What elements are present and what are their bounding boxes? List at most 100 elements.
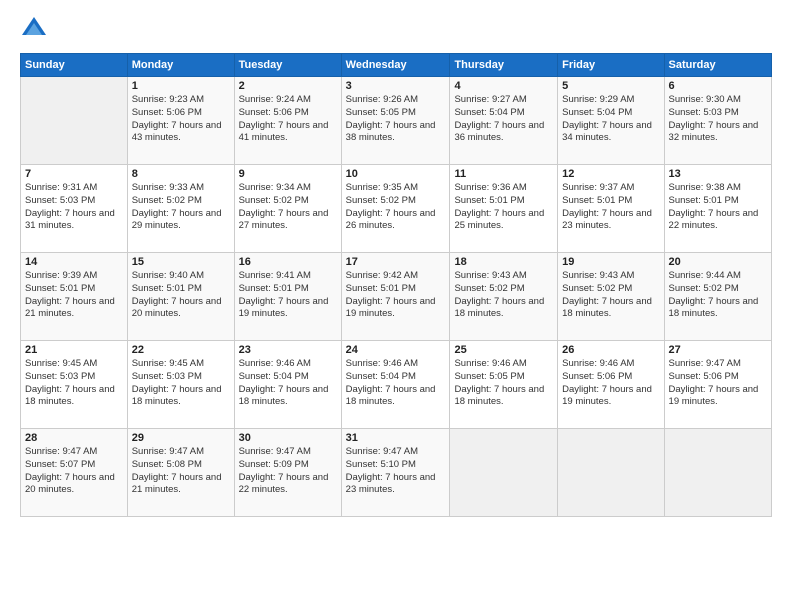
calendar-cell: 11 Sunrise: 9:36 AMSunset: 5:01 PMDayligh… xyxy=(450,165,558,253)
calendar-cell: 20Sunrise: 9:44 AMSunset: 5:02 PMDayligh… xyxy=(664,253,771,341)
day-number: 10 xyxy=(346,168,446,180)
calendar-cell xyxy=(664,429,771,517)
day-info: Sunrise: 9:27 AMSunset: 5:04 PMDaylight:… xyxy=(454,94,553,145)
weekday-header: Wednesday xyxy=(341,54,450,77)
day-number: 25 xyxy=(454,344,553,356)
day-info: Sunrise: 9:43 AMSunset: 5:02 PMDaylight:… xyxy=(454,270,553,321)
calendar-cell: 4 Sunrise: 9:27 AMSunset: 5:04 PMDaylight… xyxy=(450,77,558,165)
day-number: 27 xyxy=(669,344,767,356)
day-number: 8 xyxy=(132,168,230,180)
day-number: 6 xyxy=(669,80,767,92)
day-number: 24 xyxy=(346,344,446,356)
calendar-cell: 6 Sunrise: 9:30 AMSunset: 5:03 PMDaylight… xyxy=(664,77,771,165)
weekday-header: Saturday xyxy=(664,54,771,77)
calendar-week-row: 7 Sunrise: 9:31 AMSunset: 5:03 PMDaylight… xyxy=(21,165,772,253)
calendar-week-row: 21 Sunrise: 9:45 AMSunset: 5:03 PMDayligh… xyxy=(21,341,772,429)
day-info: Sunrise: 9:38 AMSunset: 5:01 PMDaylight:… xyxy=(669,182,767,233)
calendar-cell: 14 Sunrise: 9:39 AMSunset: 5:01 PMDayligh… xyxy=(21,253,128,341)
calendar: SundayMondayTuesdayWednesdayThursdayFrid… xyxy=(20,53,772,517)
day-number: 29 xyxy=(132,432,230,444)
day-number: 3 xyxy=(346,80,446,92)
day-number: 1 xyxy=(132,80,230,92)
logo-icon xyxy=(20,15,48,43)
calendar-cell: 3 Sunrise: 9:26 AMSunset: 5:05 PMDaylight… xyxy=(341,77,450,165)
calendar-cell xyxy=(21,77,128,165)
day-info: Sunrise: 9:45 AMSunset: 5:03 PMDaylight:… xyxy=(25,358,123,409)
day-number: 31 xyxy=(346,432,446,444)
day-info: Sunrise: 9:23 AMSunset: 5:06 PMDaylight:… xyxy=(132,94,230,145)
calendar-cell: 1 Sunrise: 9:23 AMSunset: 5:06 PMDaylight… xyxy=(127,77,234,165)
calendar-cell: 16 Sunrise: 9:41 AMSunset: 5:01 PMDayligh… xyxy=(234,253,341,341)
calendar-cell xyxy=(450,429,558,517)
day-info: Sunrise: 9:40 AMSunset: 5:01 PMDaylight:… xyxy=(132,270,230,321)
day-info: Sunrise: 9:42 AMSunset: 5:01 PMDaylight:… xyxy=(346,270,446,321)
day-info: Sunrise: 9:47 AMSunset: 5:07 PMDaylight:… xyxy=(25,446,123,497)
calendar-cell: 19 Sunrise: 9:43 AMSunset: 5:02 PMDayligh… xyxy=(558,253,664,341)
day-info: Sunrise: 9:46 AMSunset: 5:06 PMDaylight:… xyxy=(562,358,659,409)
day-info: Sunrise: 9:43 AMSunset: 5:02 PMDaylight:… xyxy=(562,270,659,321)
day-number: 9 xyxy=(239,168,337,180)
day-info: Sunrise: 9:36 AMSunset: 5:01 PMDaylight:… xyxy=(454,182,553,233)
day-info: Sunrise: 9:34 AMSunset: 5:02 PMDaylight:… xyxy=(239,182,337,233)
calendar-cell: 5Sunrise: 9:29 AMSunset: 5:04 PMDaylight… xyxy=(558,77,664,165)
day-info: Sunrise: 9:41 AMSunset: 5:01 PMDaylight:… xyxy=(239,270,337,321)
day-number: 16 xyxy=(239,256,337,268)
calendar-cell: 10 Sunrise: 9:35 AMSunset: 5:02 PMDayligh… xyxy=(341,165,450,253)
day-info: Sunrise: 9:37 AMSunset: 5:01 PMDaylight:… xyxy=(562,182,659,233)
day-number: 12 xyxy=(562,168,659,180)
page: SundayMondayTuesdayWednesdayThursdayFrid… xyxy=(0,0,792,612)
calendar-week-row: 28 Sunrise: 9:47 AMSunset: 5:07 PMDayligh… xyxy=(21,429,772,517)
calendar-cell: 18 Sunrise: 9:43 AMSunset: 5:02 PMDayligh… xyxy=(450,253,558,341)
day-info: Sunrise: 9:44 AMSunset: 5:02 PMDaylight:… xyxy=(669,270,767,321)
day-number: 30 xyxy=(239,432,337,444)
day-info: Sunrise: 9:26 AMSunset: 5:05 PMDaylight:… xyxy=(346,94,446,145)
weekday-header: Monday xyxy=(127,54,234,77)
day-info: Sunrise: 9:47 AMSunset: 5:10 PMDaylight:… xyxy=(346,446,446,497)
day-number: 11 xyxy=(454,168,553,180)
day-info: Sunrise: 9:46 AMSunset: 5:04 PMDaylight:… xyxy=(239,358,337,409)
weekday-header: Sunday xyxy=(21,54,128,77)
calendar-week-row: 14 Sunrise: 9:39 AMSunset: 5:01 PMDayligh… xyxy=(21,253,772,341)
day-info: Sunrise: 9:39 AMSunset: 5:01 PMDaylight:… xyxy=(25,270,123,321)
calendar-cell: 8 Sunrise: 9:33 AMSunset: 5:02 PMDaylight… xyxy=(127,165,234,253)
day-info: Sunrise: 9:45 AMSunset: 5:03 PMDaylight:… xyxy=(132,358,230,409)
weekday-header: Thursday xyxy=(450,54,558,77)
calendar-cell: 24Sunrise: 9:46 AMSunset: 5:04 PMDayligh… xyxy=(341,341,450,429)
calendar-cell: 13 Sunrise: 9:38 AMSunset: 5:01 PMDayligh… xyxy=(664,165,771,253)
day-number: 18 xyxy=(454,256,553,268)
day-number: 22 xyxy=(132,344,230,356)
day-number: 5 xyxy=(562,80,659,92)
day-number: 28 xyxy=(25,432,123,444)
day-number: 14 xyxy=(25,256,123,268)
day-info: Sunrise: 9:33 AMSunset: 5:02 PMDaylight:… xyxy=(132,182,230,233)
calendar-cell: 31 Sunrise: 9:47 AMSunset: 5:10 PMDayligh… xyxy=(341,429,450,517)
day-number: 26 xyxy=(562,344,659,356)
calendar-cell: 9 Sunrise: 9:34 AMSunset: 5:02 PMDaylight… xyxy=(234,165,341,253)
day-number: 23 xyxy=(239,344,337,356)
day-info: Sunrise: 9:31 AMSunset: 5:03 PMDaylight:… xyxy=(25,182,123,233)
day-info: Sunrise: 9:46 AMSunset: 5:05 PMDaylight:… xyxy=(454,358,553,409)
calendar-cell: 12 Sunrise: 9:37 AMSunset: 5:01 PMDayligh… xyxy=(558,165,664,253)
day-info: Sunrise: 9:35 AMSunset: 5:02 PMDaylight:… xyxy=(346,182,446,233)
calendar-cell: 15Sunrise: 9:40 AMSunset: 5:01 PMDayligh… xyxy=(127,253,234,341)
day-number: 13 xyxy=(669,168,767,180)
calendar-header: SundayMondayTuesdayWednesdayThursdayFrid… xyxy=(21,54,772,77)
day-info: Sunrise: 9:24 AMSunset: 5:06 PMDaylight:… xyxy=(239,94,337,145)
calendar-cell: 21 Sunrise: 9:45 AMSunset: 5:03 PMDayligh… xyxy=(21,341,128,429)
calendar-cell: 28 Sunrise: 9:47 AMSunset: 5:07 PMDayligh… xyxy=(21,429,128,517)
calendar-cell: 29Sunrise: 9:47 AMSunset: 5:08 PMDayligh… xyxy=(127,429,234,517)
logo xyxy=(20,15,52,43)
day-number: 21 xyxy=(25,344,123,356)
calendar-cell: 23 Sunrise: 9:46 AMSunset: 5:04 PMDayligh… xyxy=(234,341,341,429)
weekday-header: Tuesday xyxy=(234,54,341,77)
day-number: 19 xyxy=(562,256,659,268)
calendar-cell: 2Sunrise: 9:24 AMSunset: 5:06 PMDaylight… xyxy=(234,77,341,165)
weekday-row: SundayMondayTuesdayWednesdayThursdayFrid… xyxy=(21,54,772,77)
day-number: 7 xyxy=(25,168,123,180)
header xyxy=(20,15,772,43)
calendar-cell: 7 Sunrise: 9:31 AMSunset: 5:03 PMDaylight… xyxy=(21,165,128,253)
day-info: Sunrise: 9:30 AMSunset: 5:03 PMDaylight:… xyxy=(669,94,767,145)
day-number: 4 xyxy=(454,80,553,92)
day-info: Sunrise: 9:47 AMSunset: 5:09 PMDaylight:… xyxy=(239,446,337,497)
weekday-header: Friday xyxy=(558,54,664,77)
